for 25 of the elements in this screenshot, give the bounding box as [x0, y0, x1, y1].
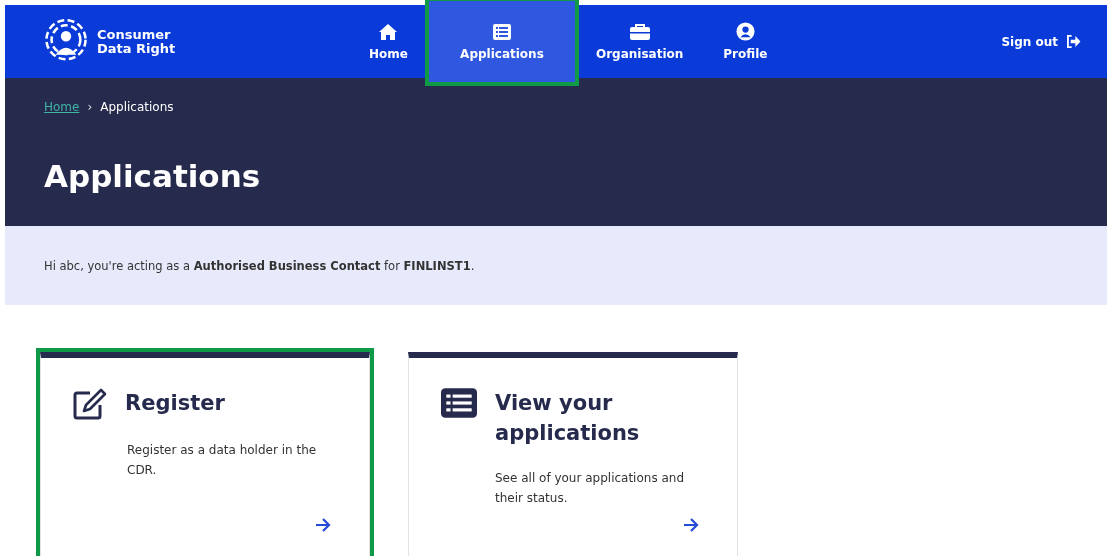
nav-tab[interactable]: Profile	[703, 5, 788, 78]
user-icon	[735, 22, 755, 41]
home-icon	[378, 22, 399, 41]
card-title: View your applications	[495, 390, 641, 447]
arrow-right-icon[interactable]	[683, 518, 699, 532]
card-description: Register as a data holder in the CDR.	[127, 442, 318, 479]
nav-tab[interactable]: Applications	[427, 0, 576, 83]
list-icon	[441, 388, 477, 418]
card-description: See all of your applications and their status.	[495, 470, 686, 507]
breadcrumb-link[interactable]: Home	[44, 100, 80, 114]
logo[interactable]: Consumer Data Right	[43, 18, 343, 65]
breadcrumb-current: Applications	[100, 100, 174, 114]
sign-out-link[interactable]: Sign out	[1001, 34, 1081, 49]
notice-text: Hi abc, you're acting as a Authorised Business Contact for FINLINST1.	[44, 258, 475, 273]
list-icon	[491, 22, 512, 41]
briefcase-icon	[628, 22, 651, 41]
page-title: Applications	[44, 158, 262, 194]
card-title: Register	[125, 390, 226, 417]
nav-tab[interactable]: Home	[349, 5, 428, 78]
arrow-right-icon[interactable]	[315, 518, 331, 532]
sign-out-icon	[1066, 35, 1081, 48]
nav-tab[interactable]: Organisation	[575, 5, 704, 78]
breadcrumb-separator: ›	[87, 100, 93, 114]
edit-icon	[73, 388, 107, 420]
card[interactable]: View your applications See all of your applications and their status.	[408, 352, 738, 556]
